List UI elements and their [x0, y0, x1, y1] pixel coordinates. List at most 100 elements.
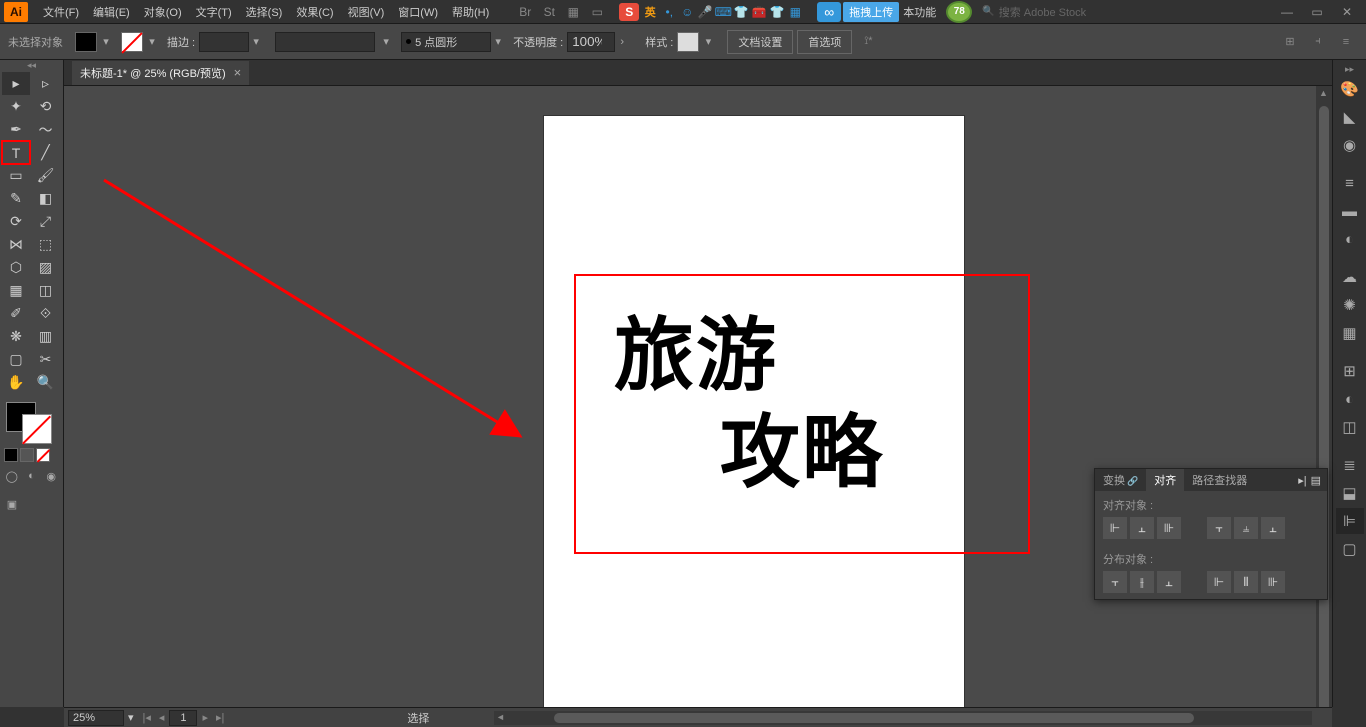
- menu-effect[interactable]: 效果(C): [289, 1, 340, 23]
- menu-type[interactable]: 文字(T): [189, 1, 239, 23]
- screen-mode-icon[interactable]: ▣: [4, 496, 20, 512]
- align-hcenter-button[interactable]: ⫠: [1130, 517, 1154, 539]
- free-transform-tool[interactable]: ⬚: [32, 233, 60, 256]
- horizontal-scrollbar[interactable]: [494, 711, 1312, 725]
- shape-builder-tool[interactable]: ⬡: [2, 256, 30, 279]
- right-dock-handle[interactable]: ▸▸: [1345, 64, 1354, 74]
- panel-stroke-icon[interactable]: ≡: [1336, 170, 1364, 196]
- vw-profile-dropdown-icon[interactable]: ▾: [379, 32, 393, 52]
- menu-window[interactable]: 窗口(W): [391, 1, 445, 23]
- align-right-button[interactable]: ⊪: [1157, 517, 1181, 539]
- panel-menu-icon[interactable]: ▤: [1311, 474, 1321, 487]
- panel-libraries-icon[interactable]: ☁: [1336, 264, 1364, 290]
- options-icon[interactable]: ≡: [1334, 32, 1358, 52]
- align-bottom-button[interactable]: ⫠: [1261, 517, 1285, 539]
- rotate-tool[interactable]: ⟳: [2, 210, 30, 233]
- color-mode-none[interactable]: [36, 448, 50, 462]
- ime-keyboard-icon[interactable]: ⌨: [715, 4, 731, 20]
- stroke-color[interactable]: [22, 414, 52, 444]
- panel-swatches-icon[interactable]: ⊞: [1336, 358, 1364, 384]
- stroke-dropdown-icon[interactable]: ▾: [145, 32, 159, 52]
- brush-dropdown-icon[interactable]: ▾: [491, 32, 505, 52]
- ime-lang-icon[interactable]: 英: [641, 3, 659, 21]
- rectangle-tool[interactable]: ▭: [2, 164, 30, 187]
- magic-wand-tool[interactable]: ✦: [2, 95, 30, 118]
- menu-object[interactable]: 对象(O): [137, 1, 189, 23]
- stroke-width-input[interactable]: [199, 32, 249, 52]
- panel-color-icon[interactable]: 🎨: [1336, 76, 1364, 102]
- upload-button[interactable]: 拖拽上传: [843, 2, 899, 22]
- tab-align[interactable]: 对齐: [1146, 469, 1184, 491]
- shaper-tool[interactable]: ✎: [2, 187, 30, 210]
- tab-transform[interactable]: 变换🔗: [1095, 469, 1146, 491]
- dist-bottom-button[interactable]: ⫠: [1157, 571, 1181, 593]
- align-top-button[interactable]: ⫟: [1207, 517, 1231, 539]
- mesh-tool[interactable]: ▦: [2, 279, 30, 302]
- panel-align-icon[interactable]: ⊫: [1336, 508, 1364, 534]
- style-swatch[interactable]: [677, 32, 699, 52]
- pen-tool[interactable]: ✒: [2, 118, 30, 141]
- panel-gradient-icon[interactable]: ▬: [1336, 198, 1364, 224]
- draw-normal-icon[interactable]: ◯: [4, 468, 20, 484]
- align-left-button[interactable]: ⊩: [1103, 517, 1127, 539]
- panel-collapse-icon[interactable]: ▸|: [1298, 474, 1306, 487]
- arrange-icon[interactable]: ▦: [562, 3, 584, 21]
- first-artboard-button[interactable]: |◂: [140, 711, 154, 724]
- stroke-swatch[interactable]: [121, 32, 143, 52]
- next-artboard-button[interactable]: ▸: [199, 711, 211, 724]
- dist-left-button[interactable]: ⊩: [1207, 571, 1231, 593]
- panel-transparency-icon[interactable]: ◐: [1336, 226, 1364, 252]
- dist-right-button[interactable]: ⊪: [1261, 571, 1285, 593]
- direct-selection-tool[interactable]: ▹: [32, 72, 60, 95]
- color-swatches[interactable]: [0, 400, 63, 446]
- brush-definition[interactable]: 5 点圆形: [401, 32, 491, 52]
- draw-inside-icon[interactable]: ◉: [43, 468, 59, 484]
- selection-tool[interactable]: ▸: [2, 72, 30, 95]
- color-mode-solid[interactable]: [4, 448, 18, 462]
- eraser-tool[interactable]: ◧: [32, 187, 60, 210]
- opacity-input[interactable]: [567, 32, 615, 52]
- menu-file[interactable]: 文件(F): [36, 1, 86, 23]
- doc-icon[interactable]: ▭: [586, 3, 608, 21]
- lasso-tool[interactable]: ⟲: [32, 95, 60, 118]
- menu-view[interactable]: 视图(V): [341, 1, 392, 23]
- panel-color-guide-icon[interactable]: ◣: [1336, 104, 1364, 130]
- line-segment-tool[interactable]: ╱: [32, 141, 60, 164]
- ime-emoji-icon[interactable]: ☺: [679, 4, 695, 20]
- preferences-button[interactable]: 首选项: [797, 30, 852, 54]
- curvature-tool[interactable]: ～: [32, 118, 60, 141]
- dist-top-button[interactable]: ⫟: [1103, 571, 1127, 593]
- ime-toolbox-icon[interactable]: 🧰: [751, 4, 767, 20]
- score-badge[interactable]: 78: [946, 1, 972, 23]
- zoom-input[interactable]: 25%: [68, 710, 124, 726]
- transform-panel-icon[interactable]: ⊞: [1278, 32, 1302, 52]
- ime-grid-icon[interactable]: ▦: [787, 4, 803, 20]
- panel-graphic-styles-icon[interactable]: ◫: [1336, 414, 1364, 440]
- stock-icon[interactable]: St: [538, 3, 560, 21]
- panel-symbols-icon[interactable]: ▦: [1336, 320, 1364, 346]
- cloud-icon[interactable]: ∞: [817, 2, 841, 22]
- blend-tool[interactable]: ⟐: [32, 302, 60, 325]
- dist-vcenter-button[interactable]: ⫲: [1130, 571, 1154, 593]
- opacity-dropdown-icon[interactable]: ›: [615, 32, 629, 52]
- panel-color-themes-icon[interactable]: ◉: [1336, 132, 1364, 158]
- variable-width-profile[interactable]: [275, 32, 375, 52]
- ime-mic-icon[interactable]: 🎤: [697, 4, 713, 20]
- slice-tool[interactable]: ✂: [32, 348, 60, 371]
- artboard-tool[interactable]: ▢: [2, 348, 30, 371]
- tab-close-icon[interactable]: ×: [234, 65, 242, 80]
- paintbrush-tool[interactable]: 🖌: [32, 164, 60, 187]
- close-button[interactable]: ✕: [1332, 2, 1362, 22]
- menu-edit[interactable]: 编辑(E): [86, 1, 137, 23]
- fill-dropdown-icon[interactable]: ▾: [99, 32, 113, 52]
- panel-brushes-icon[interactable]: ✺: [1336, 292, 1364, 318]
- draw-behind-icon[interactable]: ◐: [24, 468, 40, 484]
- eyedropper-tool[interactable]: ✐: [2, 302, 30, 325]
- canvas[interactable]: 旅游 攻略: [64, 86, 1332, 707]
- hand-tool[interactable]: ✋: [2, 371, 30, 394]
- ime-punct-icon[interactable]: •,: [661, 4, 677, 20]
- align-vcenter-button[interactable]: ⫨: [1234, 517, 1258, 539]
- align-to-icon[interactable]: ⟟*: [856, 32, 880, 52]
- style-dropdown-icon[interactable]: ▾: [701, 32, 715, 52]
- panel-asset-export-icon[interactable]: ⬓: [1336, 480, 1364, 506]
